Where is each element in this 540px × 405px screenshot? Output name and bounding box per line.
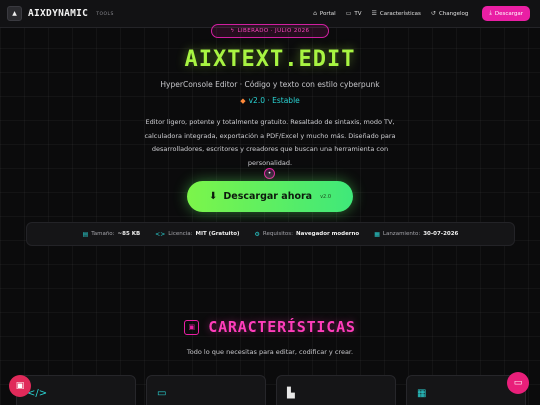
toolbox-fab-icon[interactable]: ▣ <box>9 375 31 397</box>
cta-version: v2.0 <box>320 193 332 200</box>
list-icon: ☰ <box>371 10 377 17</box>
download-icon: ⬇ <box>208 191 218 202</box>
hero-title: AIXTEXT.EDIT <box>184 47 356 72</box>
info-launch: ▦ Lanzamiento: 30-07-2026 <box>374 231 458 238</box>
info-launch-label: Lanzamiento: <box>382 231 421 237</box>
nav-item-portal[interactable]: ⌂ Portal <box>313 10 336 17</box>
home-icon: ⌂ <box>313 10 317 17</box>
file-icon: ▤ <box>82 230 89 238</box>
nav-item-caracteristicas[interactable]: ☰ Características <box>372 10 421 17</box>
download-icon: ⤓ <box>489 10 492 16</box>
info-launch-value: 30-07-2026 <box>423 231 459 237</box>
info-size-label: Tamaño: <box>91 231 115 237</box>
version-text: v2.0 · Estable <box>248 96 300 105</box>
brand-name: AIXDYNAMIC <box>28 8 89 19</box>
nav-item-tv[interactable]: ▭ TV <box>346 10 362 17</box>
info-size: ▤ Tamaño: ~85 KB <box>83 231 141 238</box>
nav-menu: ⌂ Portal ▭ TV ☰ Características ↺ Change… <box>313 6 530 21</box>
release-badge-label: LIBERADO · JULIO 2026 <box>237 28 310 34</box>
pdf-file-icon: ▙ <box>287 388 295 399</box>
version-label: ◆ v2.0 · Estable <box>0 96 540 105</box>
feature-card-pdf[interactable]: ▙ <box>276 375 396 405</box>
brand[interactable]: ▲ AIXDYNAMIC TOOLS <box>7 6 114 21</box>
info-license-value: MIT (Gratuito) <box>195 231 240 237</box>
info-size-value: ~85 KB <box>117 231 141 237</box>
feature-card-code[interactable]: </> <box>16 375 136 405</box>
monitor-icon: ▭ <box>157 388 167 399</box>
hero-description: Editor ligero, potente y totalmente grat… <box>144 118 396 167</box>
feature-card-tv[interactable]: ▭ <box>146 375 266 405</box>
bolt-icon: ϟ <box>230 28 235 34</box>
release-badge: ϟ LIBERADO · JULIO 2026 <box>211 24 329 38</box>
nav-item-label: Changelog <box>438 10 469 17</box>
tag-icon: ◆ <box>240 97 246 105</box>
calendar-icon: ▦ <box>374 230 380 238</box>
info-bar: ▤ Tamaño: ~85 KB <> Licencia: MIT (Gratu… <box>26 222 515 246</box>
brand-subtitle: TOOLS <box>96 12 114 17</box>
feature-cards: </> ▭ ▙ ▦ <box>16 375 526 405</box>
nav-item-label: Portal <box>319 10 336 17</box>
features-subtitle: Todo lo que necesitas para editar, codif… <box>186 348 354 356</box>
chip-icon: ▣ <box>184 319 200 335</box>
info-license-label: Licencia: <box>168 231 193 237</box>
info-license: <> Licencia: MIT (Gratuito) <box>155 231 239 238</box>
download-button-label: Descargar <box>494 10 523 17</box>
history-icon: ↺ <box>430 10 436 17</box>
download-now-button[interactable]: ⬇ Descargar ahora v2.0 <box>187 181 353 212</box>
download-button-header[interactable]: ⤓ Descargar <box>482 6 530 21</box>
code-icon: <> <box>155 230 166 238</box>
nav-item-label: Características <box>379 10 421 17</box>
calculator-icon: ▦ <box>417 388 427 399</box>
info-req-value: Navegador moderno <box>296 231 360 237</box>
nav-item-label: TV <box>354 10 362 17</box>
logo-icon: ▲ <box>7 6 22 21</box>
features-title: CARACTERÍSTICAS <box>208 318 356 336</box>
info-req-label: Requisitos: <box>262 231 293 237</box>
cta-label: Descargar ahora <box>223 191 313 202</box>
nav-item-changelog[interactable]: ↺ Changelog <box>431 10 468 17</box>
gear-icon: ⚙ <box>254 230 260 238</box>
info-requirements: ⚙ Requisitos: Navegador moderno <box>255 231 360 238</box>
hero-subtitle: HyperConsole Editor · Código y texto con… <box>160 80 380 89</box>
tv-mode-fab-icon[interactable]: ▭ <box>507 372 529 394</box>
tv-icon: ▭ <box>345 10 352 17</box>
features-heading: ▣ CARACTERÍSTICAS <box>0 318 540 336</box>
scroll-indicator-icon[interactable]: • <box>264 168 275 179</box>
